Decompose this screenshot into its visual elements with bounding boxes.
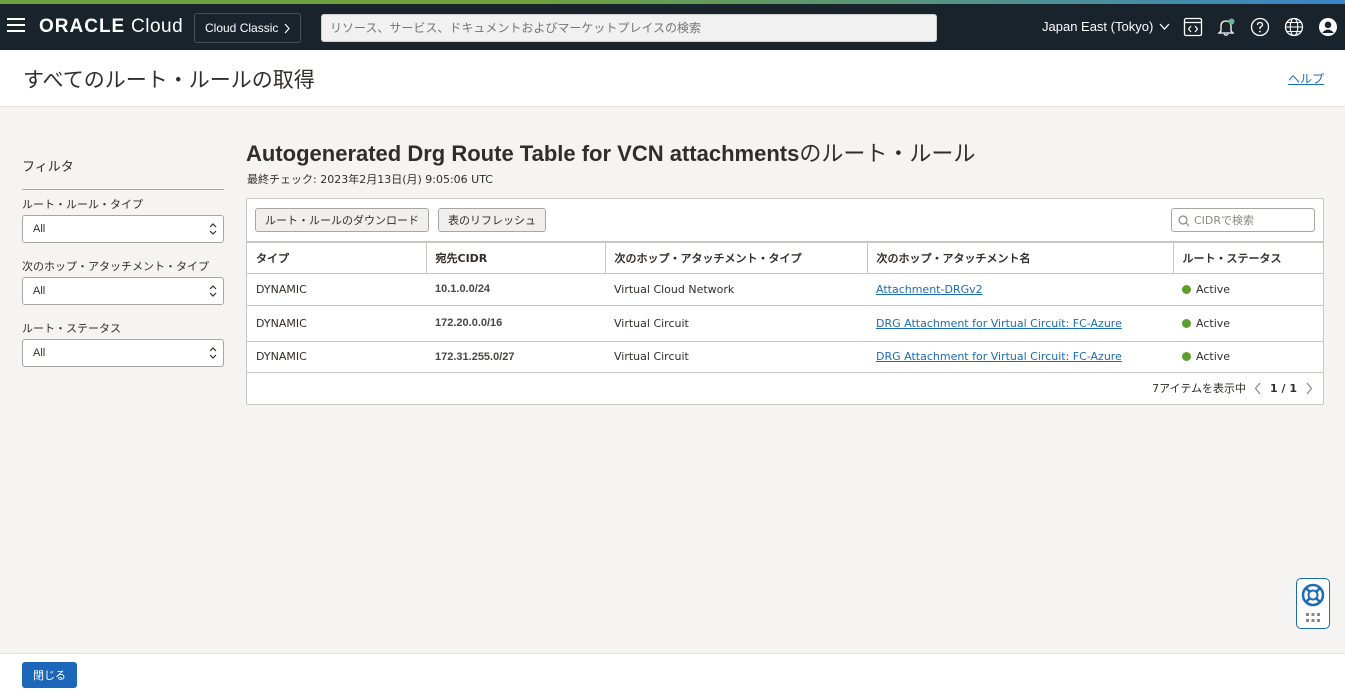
- globe-icon[interactable]: [1284, 17, 1304, 37]
- select-arrows-icon: [209, 285, 217, 297]
- cidr-search-placeholder: CIDRで検索: [1194, 214, 1255, 227]
- filter-route-rule-type: ルート・ルール・タイプ All: [22, 196, 224, 243]
- filters-title: フィルタ: [22, 156, 224, 190]
- cell-status: Active: [1173, 341, 1323, 373]
- cell-type: DYNAMIC: [247, 305, 426, 342]
- table-header-row: タイプ 宛先CIDR 次のホップ・アタッチメント・タイプ 次のホップ・アタッチメ…: [247, 241, 1323, 274]
- filters-sidebar: フィルタ ルート・ルール・タイプ All 次のホップ・アタッチメント・タイプ A…: [22, 156, 224, 367]
- column-header-route-status[interactable]: ルート・ステータス: [1173, 241, 1323, 274]
- table-row: DYNAMIC 172.20.0.0/16 Virtual Circuit DR…: [247, 305, 1323, 342]
- user-avatar-icon[interactable]: [1318, 17, 1338, 37]
- page-header: すべてのルート・ルールの取得 ヘルプ: [0, 50, 1345, 107]
- route-rules-table: タイプ 宛先CIDR 次のホップ・アタッチメント・タイプ 次のホップ・アタッチメ…: [247, 241, 1323, 373]
- filter-label: ルート・ステータス: [22, 322, 121, 335]
- filter-route-status: ルート・ステータス All: [22, 320, 224, 367]
- cell-type: DYNAMIC: [247, 273, 426, 306]
- help-link[interactable]: ヘルプ: [1288, 70, 1324, 87]
- status-active-icon: [1182, 318, 1191, 328]
- oracle-cloud-logo[interactable]: ORACLE Cloud: [39, 16, 183, 38]
- cell-hop-name: DRG Attachment for Virtual Circuit: FC-A…: [867, 341, 1173, 373]
- column-header-destination-cidr[interactable]: 宛先CIDR: [426, 241, 606, 274]
- filter-label: 次のホップ・アタッチメント・タイプ: [22, 260, 209, 273]
- grid-dots-icon: [1306, 613, 1320, 622]
- last-check-timestamp: 最終チェック: 2023年2月13日(月) 9:05:06 UTC: [247, 173, 493, 186]
- status-label: Active: [1196, 316, 1231, 330]
- cell-type: DYNAMIC: [247, 341, 426, 373]
- page-indicator: 1 / 1: [1270, 381, 1297, 395]
- cell-cidr: 10.1.0.0/24: [426, 273, 605, 306]
- cell-hop-name: Attachment-DRGv2: [867, 273, 1173, 306]
- hop-name-link[interactable]: DRG Attachment for Virtual Circuit: FC-A…: [876, 317, 1122, 330]
- cidr-search-input[interactable]: CIDRで検索: [1171, 208, 1315, 232]
- cell-hop-type: Virtual Circuit: [605, 341, 867, 373]
- hop-name-link[interactable]: Attachment-DRGv2: [876, 283, 983, 296]
- hamburger-menu-icon[interactable]: [7, 18, 25, 32]
- filter-label: ルート・ルール・タイプ: [22, 198, 143, 211]
- cell-hop-name: DRG Attachment for Virtual Circuit: FC-A…: [867, 305, 1173, 342]
- chevron-left-icon[interactable]: [1254, 382, 1262, 395]
- route-rules-panel: ルート・ルールのダウンロード 表のリフレッシュ CIDRで検索 タイプ 宛先CI…: [246, 198, 1324, 405]
- pagination: 7アイテムを表示中 1 / 1: [1152, 380, 1313, 396]
- top-navigation-bar: ORACLE Cloud Cloud Classic Japan East (T…: [0, 4, 1345, 50]
- cell-cidr: 172.31.255.0/27: [426, 341, 605, 373]
- region-selector[interactable]: Japan East (Tokyo): [1042, 19, 1170, 34]
- chevron-right-icon: [284, 23, 291, 33]
- status-active-icon: [1182, 284, 1191, 294]
- close-button[interactable]: 閉じる: [22, 662, 77, 688]
- bell-icon[interactable]: [1216, 17, 1236, 37]
- cell-status: Active: [1173, 305, 1323, 342]
- cell-hop-type: Virtual Cloud Network: [605, 273, 867, 306]
- route-status-select[interactable]: All: [22, 339, 224, 367]
- help-widget[interactable]: [1296, 578, 1330, 629]
- select-arrows-icon: [209, 223, 217, 235]
- next-hop-type-select[interactable]: All: [22, 277, 224, 305]
- chevron-right-icon[interactable]: [1305, 382, 1313, 395]
- cell-cidr: 172.20.0.0/16: [426, 305, 605, 342]
- column-header-type[interactable]: タイプ: [247, 241, 427, 274]
- column-header-next-hop-type[interactable]: 次のホップ・アタッチメント・タイプ: [605, 241, 868, 274]
- table-row: DYNAMIC 10.1.0.0/24 Virtual Cloud Networ…: [247, 273, 1323, 306]
- footer-bar: 閉じる: [0, 653, 1345, 694]
- select-value: All: [33, 347, 46, 359]
- status-label: Active: [1196, 282, 1231, 296]
- global-search-input[interactable]: [321, 14, 937, 42]
- select-value: All: [33, 285, 46, 297]
- cell-status: Active: [1173, 273, 1323, 306]
- help-circle-icon[interactable]: [1250, 17, 1270, 37]
- filter-next-hop-type: 次のホップ・アタッチメント・タイプ All: [22, 258, 224, 305]
- select-arrows-icon: [209, 347, 217, 359]
- download-route-rules-button[interactable]: ルート・ルールのダウンロード: [255, 208, 429, 232]
- status-active-icon: [1182, 352, 1191, 361]
- page-title: すべてのルート・ルールの取得: [23, 68, 315, 92]
- region-label: Japan East (Tokyo): [1042, 19, 1154, 34]
- refresh-table-button[interactable]: 表のリフレッシュ: [438, 208, 546, 232]
- search-icon: [1178, 215, 1190, 227]
- chevron-down-icon: [1159, 23, 1170, 30]
- items-shown-text: 7アイテムを表示中: [1152, 382, 1247, 395]
- cloud-classic-button[interactable]: Cloud Classic: [194, 13, 302, 43]
- lifebuoy-icon: [1301, 583, 1325, 607]
- route-rule-type-select[interactable]: All: [22, 215, 224, 243]
- cloud-classic-label: Cloud Classic: [205, 21, 279, 35]
- table-row: DYNAMIC 172.31.255.0/27 Virtual Circuit …: [247, 341, 1323, 373]
- cell-hop-type: Virtual Circuit: [605, 305, 867, 342]
- route-table-title: Autogenerated Drg Route Table for VCN at…: [246, 141, 976, 167]
- code-editor-icon[interactable]: [1183, 17, 1203, 37]
- select-value: All: [33, 223, 46, 235]
- status-label: Active: [1196, 350, 1231, 363]
- column-header-next-hop-name[interactable]: 次のホップ・アタッチメント名: [867, 241, 1174, 274]
- hop-name-link[interactable]: DRG Attachment for Virtual Circuit: FC-A…: [876, 350, 1122, 363]
